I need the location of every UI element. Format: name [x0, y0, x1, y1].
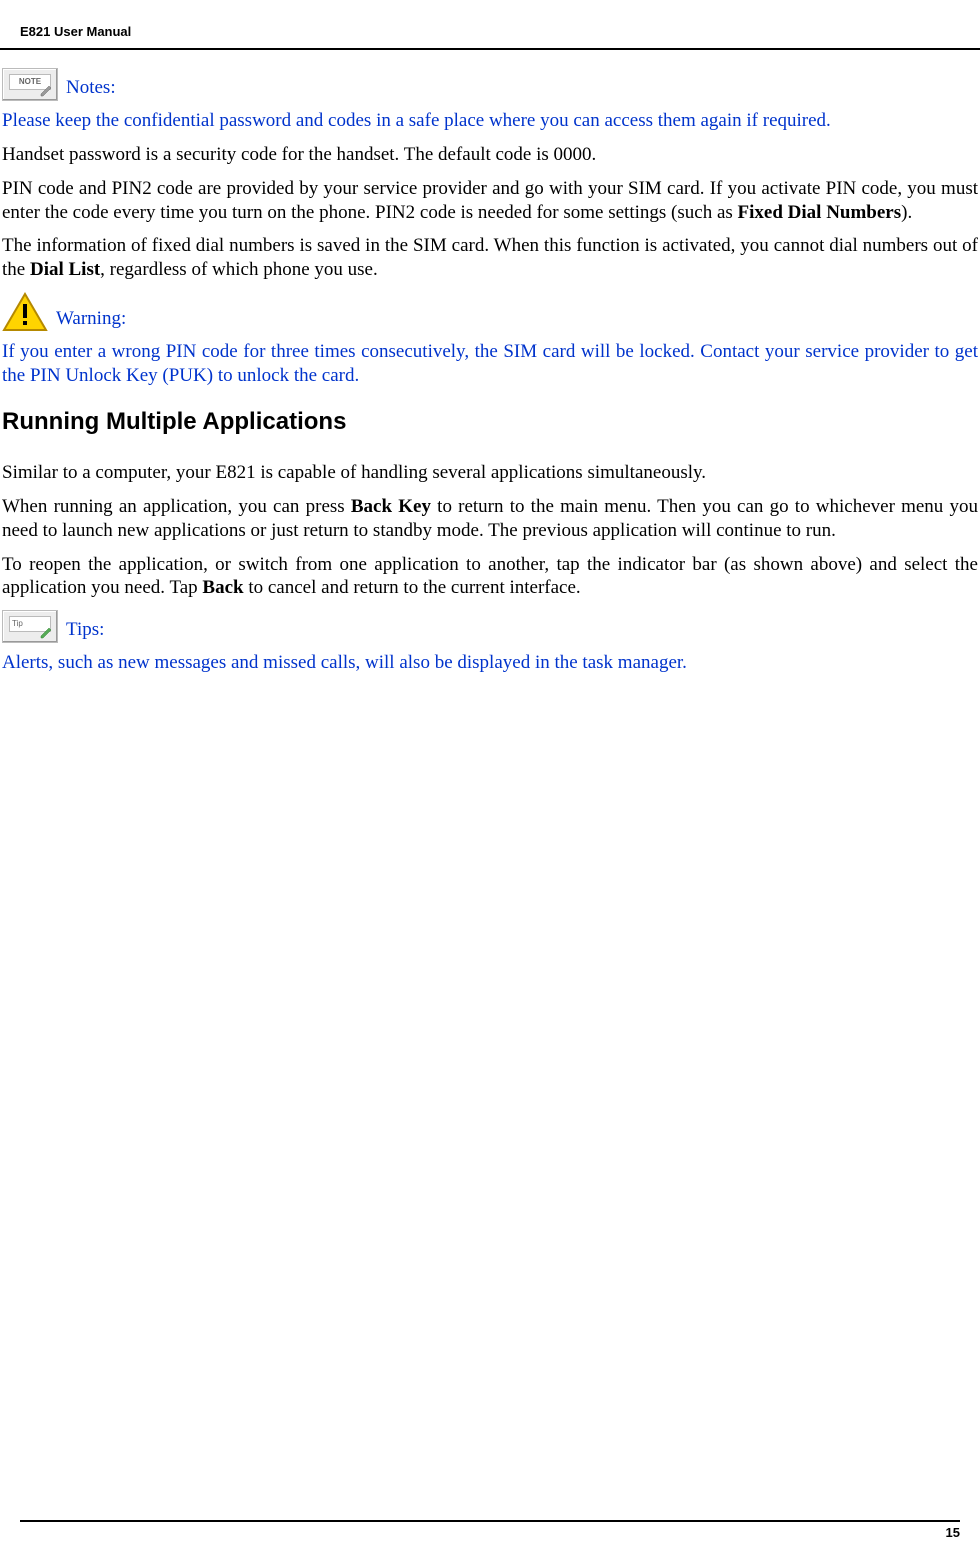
content: NOTE Notes: Please keep the confidential…: [0, 68, 980, 675]
tip-icon: Tip: [2, 610, 58, 643]
section-text-2-pre: When running an application, you can pre…: [2, 496, 351, 517]
page: E821 User Manual NOTE Notes: Please keep…: [0, 0, 980, 1561]
note-icon: NOTE: [2, 68, 58, 101]
header-rule: [0, 48, 980, 50]
tips-callout: Tip Tips:: [2, 610, 980, 643]
notes-text-4: The information of fixed dial numbers is…: [0, 234, 980, 282]
section-text-2-bold: Back Key: [351, 496, 431, 517]
notes-text-3: PIN code and PIN2 code are provided by y…: [0, 177, 980, 225]
tips-text-1: Alerts, such as new messages and missed …: [0, 651, 980, 675]
page-footer: 15: [0, 1520, 980, 1541]
notes-text-3-bold: Fixed Dial Numbers: [738, 202, 902, 223]
notes-text-3-post: ).: [901, 202, 912, 223]
section-heading: Running Multiple Applications: [2, 407, 980, 437]
notes-text-4-bold: Dial List: [30, 259, 100, 280]
warning-text-1: If you enter a wrong PIN code for three …: [0, 340, 980, 388]
notes-text-4-post: , regardless of which phone you use.: [100, 259, 378, 280]
warning-icon: [2, 292, 48, 332]
pencil-icon: [39, 84, 53, 98]
header-title: E821 User Manual: [20, 24, 960, 40]
notes-label: Notes:: [66, 78, 116, 101]
notes-text-1: Please keep the confidential password an…: [0, 109, 980, 133]
section-text-1: Similar to a computer, your E821 is capa…: [0, 461, 980, 485]
page-header: E821 User Manual: [0, 24, 980, 44]
page-number: 15: [0, 1525, 980, 1541]
section-text-3-post: to cancel and return to the current inte…: [244, 577, 581, 598]
warning-label: Warning:: [56, 309, 126, 332]
notes-text-2: Handset password is a security code for …: [0, 143, 980, 167]
section-text-3: To reopen the application, or switch fro…: [0, 553, 980, 601]
tips-label: Tips:: [66, 620, 104, 643]
section-text-3-bold: Back: [202, 577, 243, 598]
footer-rule: [20, 1520, 960, 1522]
section-text-2: When running an application, you can pre…: [0, 495, 980, 543]
warning-callout: Warning:: [2, 292, 980, 332]
pencil-icon: [39, 626, 53, 640]
notes-callout: NOTE Notes:: [2, 68, 980, 101]
